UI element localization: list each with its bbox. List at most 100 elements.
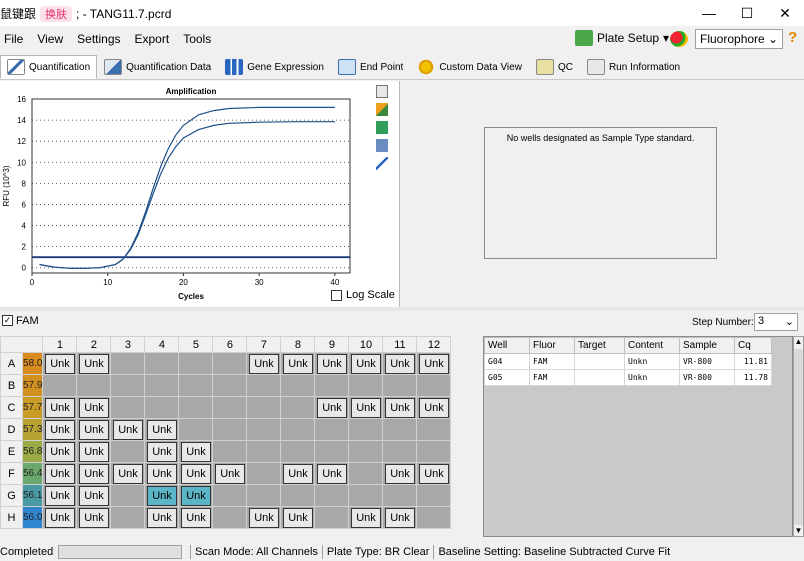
plate-well[interactable]: Unk [382,396,418,419]
plate-row-header[interactable]: G [0,484,23,507]
plate-well[interactable] [42,374,78,397]
well-content[interactable]: Unk [418,397,449,418]
plate-well[interactable] [416,506,452,529]
tab-run-information[interactable]: Run Information [580,55,687,79]
plate-well[interactable] [246,396,282,419]
plate-well[interactable]: Unk [144,484,180,507]
plate-well[interactable] [212,352,248,375]
well-content[interactable]: Unk [78,507,109,528]
plate-row-header[interactable]: F [0,462,23,485]
well-content[interactable]: Unk [384,353,415,374]
tab-quantification[interactable]: Quantification [0,55,98,79]
copy-icon[interactable] [376,85,388,98]
plate-column-header[interactable]: 9 [314,336,350,353]
plate-well[interactable]: Unk [76,462,112,485]
plate-well[interactable] [382,484,418,507]
plate-well[interactable] [110,374,146,397]
plate-well[interactable]: Unk [42,484,78,507]
plate-column-header[interactable]: 11 [382,336,418,353]
plate-well[interactable]: Unk [76,352,112,375]
well-content[interactable]: Unk [180,441,211,462]
log-scale-checkbox[interactable] [331,289,342,301]
menu-tools[interactable]: Tools [183,32,211,46]
well-content[interactable]: Unk [146,419,177,440]
plate-well[interactable]: Unk [144,462,180,485]
plate-setup-button[interactable]: Plate Setup ▾ [575,30,669,46]
well-content[interactable]: Unk [44,507,75,528]
well-content[interactable]: Unk [282,353,313,374]
fam-checkbox[interactable]: ✓ [2,315,13,326]
plate-well[interactable]: Unk [42,506,78,529]
well-content[interactable]: Unk [418,353,449,374]
plate-well[interactable] [314,440,350,463]
plate-row-header[interactable]: D [0,418,23,441]
well-content[interactable]: Unk [180,485,211,506]
plate-well[interactable] [212,374,248,397]
plate-well[interactable] [280,374,316,397]
plate-well[interactable]: Unk [348,396,384,419]
plate-well[interactable] [110,352,146,375]
plate-well[interactable] [212,506,248,529]
menu-view[interactable]: View [37,32,63,46]
refresh-icon[interactable] [376,121,388,134]
plate-well[interactable]: Unk [416,462,452,485]
plate-well[interactable] [212,440,248,463]
plate-well[interactable]: Unk [42,418,78,441]
well-content[interactable]: Unk [248,353,279,374]
tab-custom-data-view[interactable]: Custom Data View [410,55,529,79]
plate-well[interactable]: Unk [144,440,180,463]
plate-well[interactable] [314,374,350,397]
plate-well[interactable] [280,440,316,463]
plate-well[interactable] [144,352,180,375]
plate-well[interactable] [416,418,452,441]
plate-well[interactable]: Unk [42,440,78,463]
plate-well[interactable] [212,484,248,507]
plate-well[interactable] [348,484,384,507]
well-content[interactable]: Unk [44,463,75,484]
well-content[interactable]: Unk [282,463,313,484]
wells-column-header[interactable]: Well [484,337,530,354]
plate-well[interactable] [416,440,452,463]
plate-well[interactable] [246,462,282,485]
plate-well[interactable]: Unk [178,440,214,463]
well-content[interactable]: Unk [78,419,109,440]
plate-well[interactable] [110,440,146,463]
tab-qc[interactable]: QC [529,55,580,79]
plate-well[interactable]: Unk [144,418,180,441]
plate-well[interactable]: Unk [42,396,78,419]
help-icon[interactable]: ? [788,29,797,46]
well-content[interactable]: Unk [214,463,245,484]
well-content[interactable]: Unk [78,463,109,484]
wells-column-header[interactable]: Fluor [529,337,575,354]
well-content[interactable]: Unk [44,441,75,462]
plate-well[interactable] [348,440,384,463]
plate-well[interactable] [416,374,452,397]
plate-row-header[interactable]: H [0,506,23,529]
curve-icon[interactable] [376,157,388,170]
plate-well[interactable]: Unk [110,418,146,441]
well-content[interactable]: Unk [146,441,177,462]
plate-well[interactable] [212,396,248,419]
plate-well[interactable]: Unk [42,352,78,375]
well-content[interactable]: Unk [350,507,381,528]
plate-well[interactable] [246,484,282,507]
tab-end-point[interactable]: End Point [331,55,410,79]
plate-well[interactable] [178,396,214,419]
plate-well[interactable]: Unk [416,352,452,375]
well-content[interactable]: Unk [112,463,143,484]
well-content[interactable]: Unk [248,507,279,528]
well-content[interactable]: Unk [146,463,177,484]
plate-well[interactable] [348,374,384,397]
close-button[interactable]: ✕ [766,0,804,26]
well-content[interactable]: Unk [350,353,381,374]
plate-well[interactable] [382,440,418,463]
plate-well[interactable]: Unk [382,462,418,485]
plate-well[interactable] [280,418,316,441]
well-content[interactable]: Unk [384,507,415,528]
well-content[interactable]: Unk [78,485,109,506]
amplification-chart[interactable]: 0 2 4 6 8 10 12 14 16 0 10 20 30 40 Amplification Cycle… [0,81,400,307]
plate-well[interactable] [280,484,316,507]
plate-column-header[interactable]: 4 [144,336,180,353]
wells-column-header[interactable]: Sample [679,337,735,354]
plate-row-header[interactable]: A [0,352,23,375]
